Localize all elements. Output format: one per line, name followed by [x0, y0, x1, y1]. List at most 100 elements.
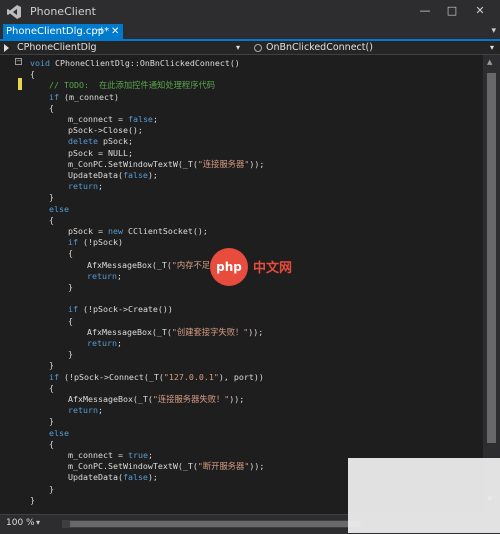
code-token: if: [49, 371, 64, 382]
watermark-badge: php: [210, 248, 248, 286]
scrollbar-thumb[interactable]: [487, 73, 496, 443]
code-line[interactable]: return;: [68, 181, 103, 192]
chevron-down-icon: ▾: [489, 43, 494, 52]
code-line[interactable]: void CPhoneClientDlg::OnBnClickedConnect…: [30, 58, 240, 69]
code-token: ));: [229, 394, 245, 404]
pin-icon[interactable]: ⊣: [95, 24, 103, 39]
code-line[interactable]: }: [68, 349, 73, 360]
method-icon: [254, 44, 262, 52]
code-line[interactable]: {: [49, 383, 54, 394]
code-token: m_ConPC.SetWindowTextW(_T(: [68, 158, 198, 169]
code-token: if: [49, 91, 64, 102]
code-line[interactable]: }: [30, 495, 35, 506]
code-token: {: [49, 382, 54, 393]
code-token: );: [147, 170, 158, 180]
code-line[interactable]: m_ConPC.SetWindowTextW(_T("断开服务器"));: [68, 461, 264, 472]
class-dropdown[interactable]: CPhoneClientDlg ▾: [0, 41, 248, 54]
code-token: }: [49, 360, 54, 371]
code-token: m_connect =: [68, 114, 128, 124]
code-token: UpdateData(: [68, 170, 123, 180]
code-line[interactable]: {: [68, 316, 73, 327]
code-token: else: [49, 203, 69, 214]
code-line[interactable]: }: [49, 416, 54, 427]
code-token: (!pSock->Connect(_T(: [64, 371, 164, 382]
code-line[interactable]: AfxMessageBox(_T("创建套接字失败！"));: [87, 327, 263, 338]
tab-label: PhoneClientDlg.cpp*: [6, 26, 110, 37]
vertical-scrollbar[interactable]: ▲ ▼: [483, 55, 500, 514]
code-line[interactable]: UpdateData(false);: [68, 170, 158, 181]
chevron-down-icon[interactable]: ▾: [491, 24, 496, 39]
code-token: (m_connect): [64, 91, 119, 102]
code-token: "连接服务器": [197, 158, 250, 169]
collapse-toggle-icon[interactable]: −: [15, 58, 22, 65]
code-line[interactable]: delete pSock;: [68, 136, 133, 147]
horizontal-scrollbar-thumb[interactable]: [70, 521, 360, 527]
document-tab-bar: PhoneClientDlg.cpp* ⊣ ✕ ▾: [0, 24, 500, 41]
code-line[interactable]: }: [68, 282, 73, 293]
code-line[interactable]: return;: [87, 338, 122, 349]
visual-studio-logo-icon: [7, 5, 21, 19]
horizontal-scrollbar[interactable]: [62, 520, 362, 528]
code-line[interactable]: m_connect = true;: [68, 450, 153, 461]
scroll-up-icon[interactable]: ▲: [487, 58, 492, 66]
code-token: new: [107, 226, 128, 236]
code-token: m_connect =: [68, 450, 128, 460]
tab-phoneclientdlg-cpp[interactable]: PhoneClientDlg.cpp* ⊣ ✕: [3, 24, 123, 39]
code-token: );: [147, 472, 158, 483]
code-token: ;: [97, 181, 103, 192]
code-token: {: [30, 69, 35, 80]
code-token: CClientSocket();: [127, 226, 208, 236]
tab-close-icon[interactable]: ✕: [111, 24, 119, 39]
code-token: CPhoneClientDlg::OnBnClickedConnect(): [54, 58, 240, 68]
code-token: }: [49, 192, 54, 203]
code-line[interactable]: if (!pSock->Create()): [68, 304, 173, 315]
code-line[interactable]: }: [49, 192, 54, 203]
code-line[interactable]: // TODO: 在此添加控件通知处理程序代码: [49, 80, 215, 91]
code-line[interactable]: if (!pSock->Connect(_T("127.0.0.1"), por…: [49, 372, 264, 383]
code-line[interactable]: pSock = NULL;: [68, 148, 133, 159]
zoom-level[interactable]: 100 %: [6, 518, 35, 528]
minimize-button[interactable]: —: [415, 3, 435, 19]
code-line[interactable]: else: [49, 204, 69, 215]
code-line[interactable]: {: [49, 439, 54, 450]
code-token: (!pSock->Create()): [83, 304, 173, 315]
code-token: return: [87, 338, 117, 348]
editor-gutter: −: [0, 55, 28, 514]
code-token: ));: [248, 326, 264, 337]
code-line[interactable]: }: [49, 360, 54, 371]
code-line[interactable]: UpdateData(false);: [68, 472, 158, 483]
chevron-down-icon: ▾: [236, 43, 241, 52]
code-line[interactable]: return;: [87, 271, 122, 282]
close-button[interactable]: ✕: [470, 3, 490, 19]
code-token: delete: [68, 136, 103, 147]
code-token: (!pSock): [83, 237, 123, 248]
class-icon: [4, 44, 9, 52]
code-line[interactable]: {: [68, 248, 73, 259]
maximize-button[interactable]: □: [442, 3, 462, 19]
window-title: PhoneClient: [30, 5, 96, 18]
code-line[interactable]: m_ConPC.SetWindowTextW(_T("连接服务器"));: [68, 159, 264, 170]
code-line[interactable]: pSock = new CClientSocket();: [68, 226, 208, 237]
code-line[interactable]: AfxMessageBox(_T("连接服务器失败！"));: [68, 394, 244, 405]
class-dropdown-label: CPhoneClientDlg: [17, 42, 97, 53]
code-line[interactable]: else: [49, 428, 69, 439]
code-line[interactable]: {: [49, 215, 54, 226]
code-line[interactable]: if (!pSock): [68, 237, 123, 248]
code-line[interactable]: {: [49, 103, 54, 114]
code-line[interactable]: {: [30, 69, 35, 80]
code-editor[interactable]: void CPhoneClientDlg::OnBnClickedConnect…: [28, 55, 483, 514]
member-dropdown[interactable]: OnBnClickedConnect() ▾: [250, 41, 500, 54]
code-line[interactable]: pSock->Close();: [68, 125, 143, 136]
code-token: {: [49, 102, 54, 113]
code-token: {: [49, 214, 54, 225]
code-token: m_ConPC.SetWindowTextW(_T(: [68, 461, 198, 472]
code-line[interactable]: m_connect = false;: [68, 114, 158, 125]
code-line[interactable]: return;: [68, 405, 103, 416]
code-token: false: [127, 114, 153, 124]
chevron-down-icon[interactable]: ▾: [36, 518, 40, 527]
code-token: ;: [116, 270, 122, 281]
code-token: }: [68, 349, 73, 360]
watermark-overlay: [348, 458, 500, 533]
code-line[interactable]: }: [49, 484, 54, 495]
code-line[interactable]: if (m_connect): [49, 92, 119, 103]
